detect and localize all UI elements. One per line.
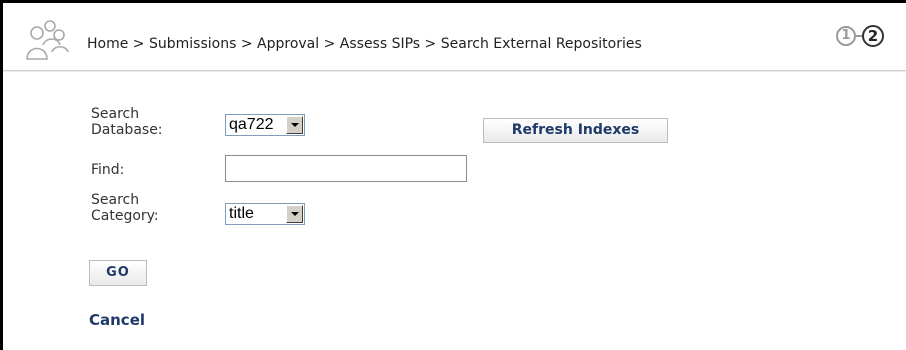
search-category-label-line1: Search	[91, 192, 140, 208]
search-database-select[interactable]: qa722	[225, 114, 305, 136]
search-category-value: title	[229, 205, 254, 222]
search-category-label-line2: Category:	[91, 208, 159, 224]
find-label: Find:	[91, 162, 125, 178]
chevron-down-icon[interactable]	[286, 116, 303, 134]
breadcrumb: Home > Submissions > Approval > Assess S…	[87, 36, 642, 52]
breadcrumb-separator: >	[420, 36, 441, 52]
breadcrumb-item-submissions[interactable]: Submissions	[149, 36, 236, 52]
chevron-down-icon[interactable]	[286, 205, 303, 223]
header-divider-shadow	[3, 71, 906, 72]
search-category-label: Search Category:	[91, 192, 201, 224]
step-2-indicator: 2	[862, 25, 884, 47]
cancel-link[interactable]: Cancel	[89, 311, 145, 329]
breadcrumb-separator: >	[128, 36, 149, 52]
breadcrumb-item-assess-sips[interactable]: Assess SIPs	[340, 36, 420, 52]
breadcrumb-item-home[interactable]: Home	[87, 36, 128, 52]
breadcrumb-item-approval[interactable]: Approval	[257, 36, 319, 52]
people-group-icon	[26, 20, 69, 60]
header: Home > Submissions > Approval > Assess S…	[3, 3, 906, 68]
breadcrumb-separator: >	[236, 36, 258, 52]
go-button[interactable]: GO	[89, 260, 147, 286]
breadcrumb-item-current: Search External Repositories	[440, 36, 642, 52]
breadcrumb-separator: >	[319, 36, 340, 52]
step-1-indicator: 1	[836, 26, 856, 46]
search-database-label: Search Database:	[91, 106, 201, 138]
search-database-value: qa722	[229, 116, 274, 133]
search-database-label-line1: Search	[91, 106, 140, 122]
find-input[interactable]	[225, 155, 467, 182]
search-category-select[interactable]: title	[225, 203, 305, 225]
search-database-label-line2: Database:	[91, 122, 163, 138]
refresh-indexes-button[interactable]: Refresh Indexes	[483, 118, 668, 143]
